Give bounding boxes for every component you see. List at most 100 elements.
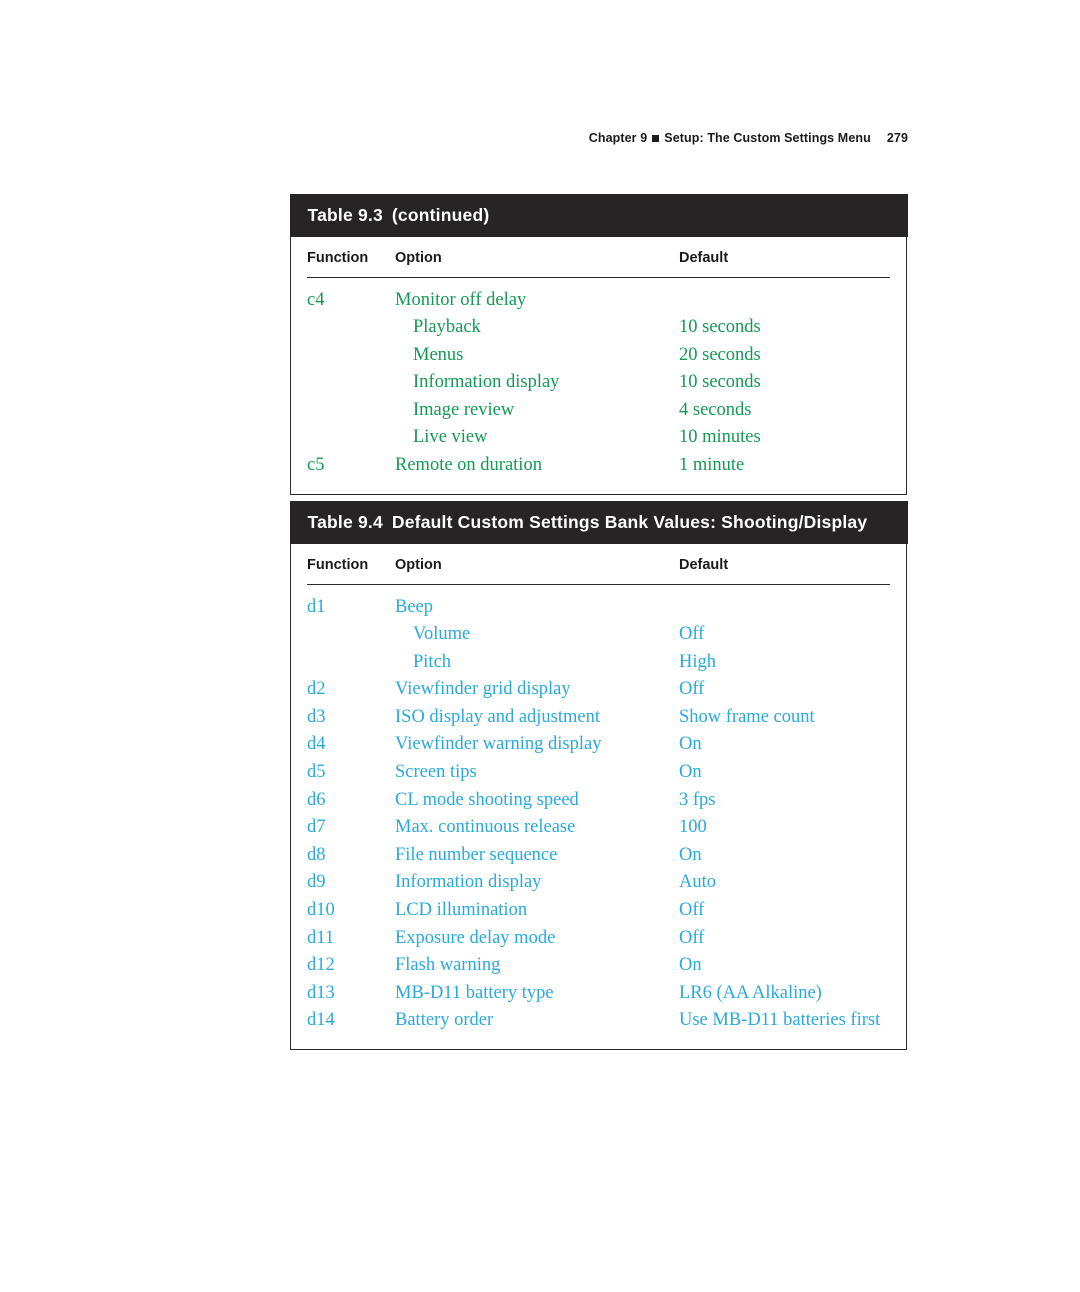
cell-function: d3 [307,706,326,727]
column-header-function: Function [307,249,369,266]
cell-function: d13 [307,982,335,1003]
cell-option: ISO display and adjustment [395,706,601,727]
table-row: d9 Information display Auto [307,869,890,897]
table-row: d3 ISO display and adjustment Show frame c… [307,704,890,732]
column-header-function: Function [307,556,369,573]
cell-option: LCD illumination [395,900,528,921]
cell-option: Flash warning [395,955,501,976]
table-row: Volume Off [307,621,890,649]
cell-option: Viewfinder warning display [395,734,602,755]
cell-option: Image review [413,399,515,420]
table-row: d8 File number sequence On [307,842,890,870]
table-row: d6 CL mode shooting speed 3 fps [307,787,890,815]
cell-option: Menus [413,344,464,365]
cell-default: 3 fps [679,789,716,810]
table-row: d10 LCD illumination Off [307,897,890,925]
cell-option: Information display [413,372,560,393]
table-row: d5 Screen tips On [307,759,890,787]
table-9-4: Table 9.4 Default Custom Settings Bank Va… [289,500,908,1050]
cell-option: Battery order [395,1010,494,1031]
square-bullet-icon [652,134,660,142]
column-header-default: Default [679,556,729,573]
table-row: d14 Battery order Use MB-D11 batteries fir… [307,1007,890,1035]
table-9-3-caption: (continued) [391,204,490,225]
cell-option: Viewfinder grid display [395,679,571,700]
cell-default: On [679,762,702,783]
cell-default: High [679,651,716,672]
cell-option: Pitch [413,651,452,672]
cell-option: Playback [413,317,481,338]
page-running-header: Chapter 9 Setup: The Custom Settings Menu… [0,131,908,145]
cell-option: Remote on duration [395,455,542,476]
cell-default: 10 minutes [679,427,761,448]
cell-default: LR6 (AA Alkaline) [679,982,822,1003]
cell-default: 10 seconds [679,372,761,393]
table-row: d12 Flash warning On [307,952,890,980]
table-row: d1 Beep [307,594,890,622]
cell-function: d2 [307,679,326,700]
table-row: Menus 20 seconds [307,342,890,370]
table-row: Image review 4 seconds [307,397,890,425]
cell-option: Screen tips [395,762,477,783]
cell-default: Off [679,624,705,645]
table-row: Live view 10 minutes [307,424,890,452]
cell-default: 4 seconds [679,399,752,420]
cell-function: d4 [307,734,326,755]
table-9-3-body: Function Option Default c4 Monitor off de… [291,246,906,494]
table-9-4-caption: Default Custom Settings Bank Values: Sho… [391,511,868,532]
cell-default: Off [679,679,705,700]
cell-option: Beep [395,596,434,617]
cell-function: d9 [307,872,326,893]
cell-default: On [679,955,702,976]
cell-default: Show frame count [679,706,815,727]
cell-function: c4 [307,289,325,310]
cell-default: Auto [679,872,716,893]
table-row: d13 MB-D11 battery type LR6 (AA Alkaline) [307,980,890,1008]
table-row: Information display 10 seconds [307,369,890,397]
column-header-option: Option [395,556,442,573]
cell-default: 10 seconds [679,317,761,338]
cell-option: CL mode shooting speed [395,789,579,810]
table-9-3: Table 9.3 (continued) Function Option Def… [289,193,908,495]
table-row: d2 Viewfinder grid display Off [307,676,890,704]
cell-option: Volume [413,624,471,645]
cell-option: Information display [395,872,542,893]
table-9-4-number: Table 9.4 [307,511,383,532]
table-9-4-column-headers: Function Option Default [307,553,890,585]
table-9-4-rows: d1 Beep Volume Off Pitch High d2 Viewfinder gri… [291,585,906,1036]
table-9-4-body: Function Option Default d1 Beep Volume Off P… [291,553,906,1050]
table-row: c4 Monitor off delay [307,287,890,315]
column-header-default: Default [679,249,729,266]
cell-default: 100 [679,817,707,838]
cell-function: d5 [307,762,326,783]
cell-function: d8 [307,844,326,865]
table-row: Pitch High [307,649,890,677]
cell-option: MB-D11 battery type [395,982,554,1003]
table-9-3-column-headers: Function Option Default [307,246,890,278]
page-number: 279 [886,131,908,145]
table-9-3-title: Table 9.3 (continued) [289,193,908,237]
table-row: d7 Max. continuous release 100 [307,814,890,842]
column-header-option: Option [395,249,442,266]
cell-default: 1 minute [679,455,745,476]
cell-function: d14 [307,1010,335,1031]
header-chapter: Chapter 9 [588,131,648,145]
table-row: Playback 10 seconds [307,314,890,342]
table-row: d4 Viewfinder warning display On [307,731,890,759]
cell-option: Monitor off delay [395,289,527,310]
cell-option: File number sequence [395,844,558,865]
header-title: Setup: The Custom Settings Menu [664,131,871,145]
cell-default: Off [679,927,705,948]
cell-default: On [679,734,702,755]
cell-default: 20 seconds [679,344,761,365]
table-9-4-title: Table 9.4 Default Custom Settings Bank Va… [289,500,908,544]
table-row: c5 Remote on duration 1 minute [307,452,890,480]
cell-function: c5 [307,455,325,476]
cell-option: Live view [413,427,488,448]
cell-function: d6 [307,789,326,810]
cell-function: d7 [307,817,326,838]
table-9-3-number: Table 9.3 [307,204,383,225]
table-9-3-rows: c4 Monitor off delay Playback 10 seconds Men… [291,278,906,480]
cell-default: Off [679,900,705,921]
cell-default: On [679,844,702,865]
